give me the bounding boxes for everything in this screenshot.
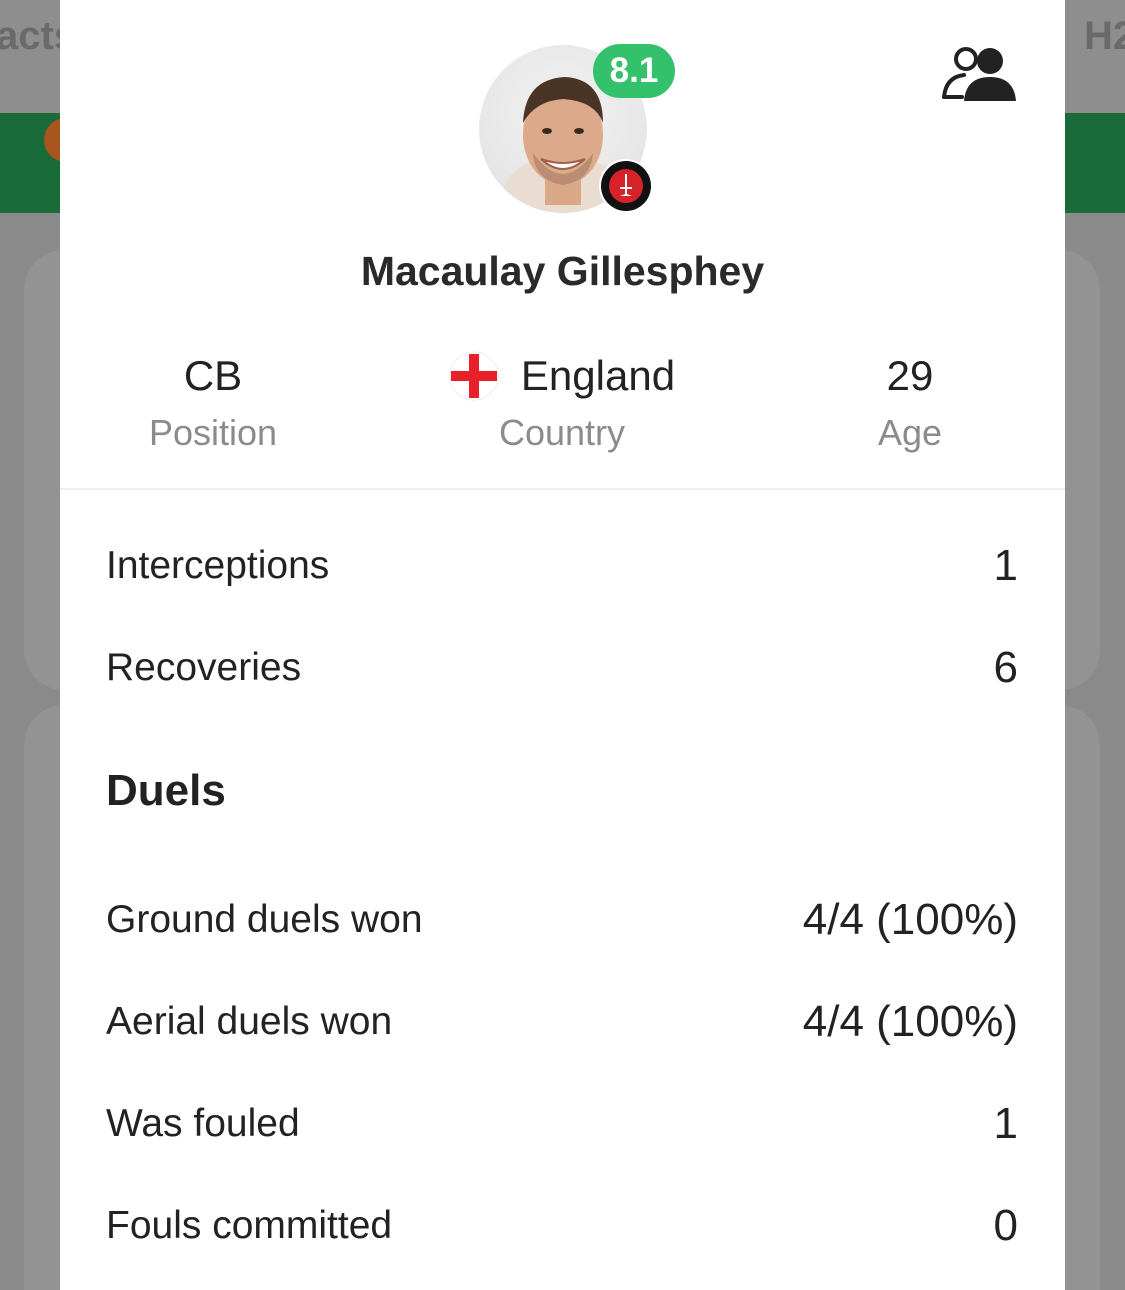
position-info: CB Position xyxy=(63,350,363,454)
player-rating-badge: 8.1 xyxy=(593,44,675,98)
position-value: CB xyxy=(183,352,243,399)
player-name: Macaulay Gillesphey xyxy=(360,248,765,294)
stat-label: Interceptions xyxy=(106,544,330,587)
stat-row-was-fouled: Was fouled 1 xyxy=(106,1094,1018,1154)
stat-label: Fouls committed xyxy=(106,1204,393,1247)
player-stats-sheet: 8.1 Macaulay Gillesphey CB Position Engl… xyxy=(60,0,1065,1290)
age-label: Age xyxy=(877,412,943,453)
stat-value: 6 xyxy=(993,643,1018,692)
club-badge-icon xyxy=(598,158,654,214)
england-flag-icon xyxy=(449,351,499,401)
position-label: Position xyxy=(148,412,278,453)
stat-row-fouls-committed: Fouls committed 0 xyxy=(106,1196,1018,1256)
stat-value: 1 xyxy=(993,541,1018,590)
background-tab-h2h: H2H xyxy=(1084,14,1125,58)
country-info: England Country xyxy=(412,350,712,454)
country-value: England xyxy=(520,352,676,399)
divider xyxy=(60,488,1065,490)
stat-label: Recoveries xyxy=(106,646,302,689)
stat-value: 0 xyxy=(993,1201,1018,1250)
age-info: 29 Age xyxy=(760,350,1060,454)
stat-row-ground-duels: Ground duels won 4/4 (100%) xyxy=(106,890,1018,950)
stat-row-recoveries: Recoveries 6 xyxy=(106,638,1018,698)
section-title-duels: Duels xyxy=(106,766,226,815)
stat-row-aerial-duels: Aerial duels won 4/4 (100%) xyxy=(106,992,1018,1052)
stat-value: 4/4 (100%) xyxy=(802,895,1018,944)
stat-row-interceptions: Interceptions 1 xyxy=(106,536,1018,596)
stat-label: Was fouled xyxy=(106,1102,300,1145)
stat-label: Aerial duels won xyxy=(106,1000,393,1043)
stat-value: 1 xyxy=(993,1099,1018,1148)
stat-label: Ground duels won xyxy=(106,898,423,941)
stat-value: 4/4 (100%) xyxy=(802,997,1018,1046)
people-icon[interactable] xyxy=(940,43,1018,105)
age-value: 29 xyxy=(886,352,934,399)
country-label: Country xyxy=(498,412,626,453)
